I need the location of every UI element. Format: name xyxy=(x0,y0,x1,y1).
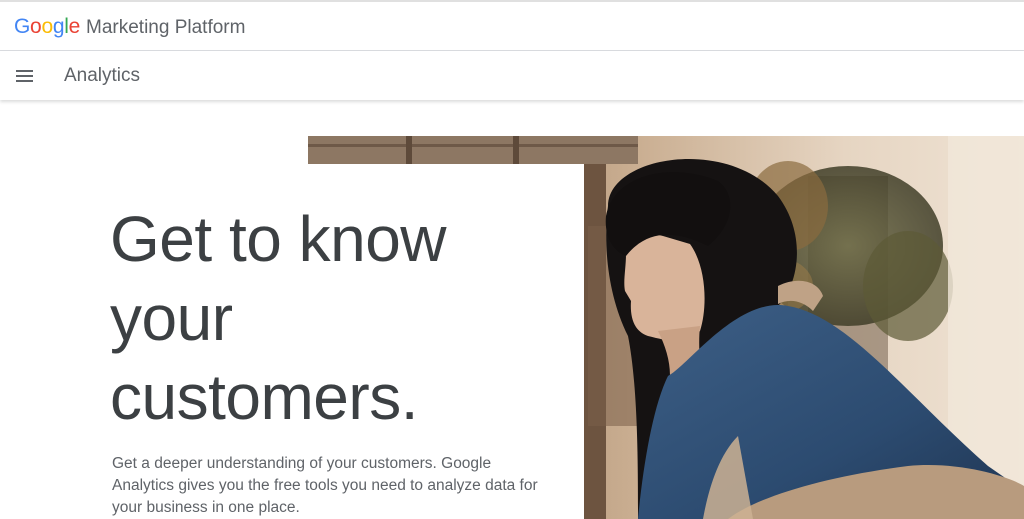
menu-line xyxy=(16,70,33,72)
logo-letter: g xyxy=(52,15,65,38)
menu-line xyxy=(16,75,33,77)
platform-name-link[interactable]: Marketing Platform xyxy=(86,17,245,39)
product-bar: Analytics xyxy=(0,51,1024,100)
hero-heading-line: customers. xyxy=(110,361,418,433)
logo-letter: o xyxy=(30,15,42,38)
hero-description: Get a deeper understanding of your custo… xyxy=(112,455,538,516)
hero-heading-line: your xyxy=(110,282,233,354)
product-title[interactable]: Analytics xyxy=(64,65,140,87)
google-logo[interactable]: Google xyxy=(14,15,80,39)
brand-bar: Google Marketing Platform xyxy=(0,2,1024,51)
logo-letter: o xyxy=(41,15,53,38)
hamburger-menu-icon[interactable] xyxy=(15,68,35,84)
logo-letter: e xyxy=(68,15,81,38)
logo-letter: G xyxy=(14,15,31,38)
hero-heading: Get to know your customers. xyxy=(110,200,570,437)
hero-heading-line: Get to know xyxy=(110,203,447,275)
menu-line xyxy=(16,80,33,82)
